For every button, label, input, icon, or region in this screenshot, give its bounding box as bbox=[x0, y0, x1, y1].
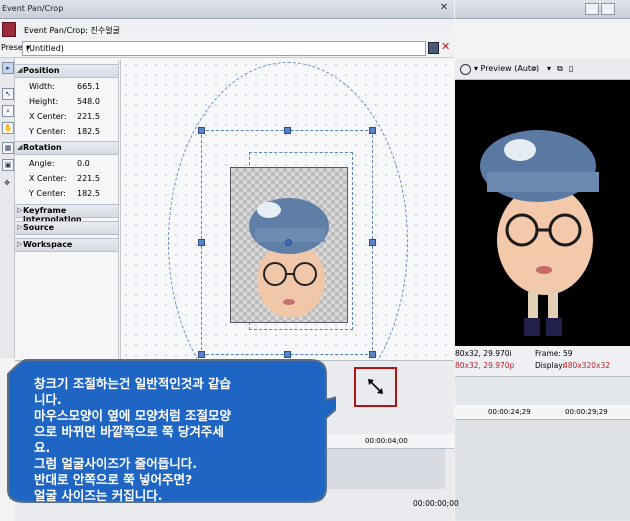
project-format: 80x32, 29.970i bbox=[455, 349, 512, 358]
hand-tool-icon[interactable]: ✋ bbox=[2, 122, 14, 134]
zoom-tool-icon[interactable]: ⌕ bbox=[2, 105, 14, 117]
callout-line: 반대로 안쪽으로 쭉 넣어주면? bbox=[34, 472, 193, 487]
prop-value[interactable]: 0.0 bbox=[77, 159, 90, 168]
preview-toolbar: ▾ Preview (Auto) ⌗ ▾ ⧉ ▯ bbox=[455, 59, 630, 80]
chevron-down-icon[interactable]: ▾ bbox=[547, 64, 551, 73]
current-time: 00:00:00;00 bbox=[413, 499, 459, 508]
timeline-ruler[interactable]: 00:00:24;29 00:00:29;29 bbox=[455, 405, 630, 420]
preview-info: 80x32, 29.970i 80x32, 29.970p Frame: 59 … bbox=[455, 346, 630, 376]
prop-value[interactable]: 665.1 bbox=[77, 82, 100, 91]
prop-value[interactable]: 221.5 bbox=[77, 112, 100, 121]
prop-row: X Center: 221.5 bbox=[29, 174, 100, 183]
prop-value[interactable]: 221.5 bbox=[77, 174, 100, 183]
display-value: 480x320x32 bbox=[563, 361, 611, 370]
preview-frame-image bbox=[480, 130, 599, 336]
ruler-tick: 00:00:29;29 bbox=[565, 408, 608, 416]
fx-title: Event Pan/Crop: 진수얼굴 bbox=[24, 26, 120, 35]
section-position[interactable]: ◢ Position bbox=[15, 64, 118, 78]
window-title: Event Pan/Crop bbox=[2, 4, 64, 13]
callout-line: 그럼 얼굴사이즈가 줄어듭니다. bbox=[34, 456, 197, 471]
normal-edit-tool-icon[interactable]: ▸ bbox=[2, 62, 14, 74]
expand-icon: ▷ bbox=[17, 223, 23, 231]
callout-line: 요. bbox=[34, 440, 51, 455]
window-titlebar: Event Pan/Crop ✕ bbox=[0, 0, 454, 19]
save-snapshot-icon[interactable]: ▯ bbox=[569, 64, 573, 73]
expand-icon: ▷ bbox=[17, 240, 23, 248]
resize-diagonal-icon bbox=[368, 379, 383, 394]
minimize-icon[interactable] bbox=[585, 3, 599, 15]
highlight-box bbox=[354, 367, 397, 407]
pan-crop-canvas[interactable] bbox=[120, 60, 454, 422]
prop-row: Y Center: 182.5 bbox=[29, 189, 100, 198]
display-label: Display: bbox=[535, 361, 565, 370]
resize-handle[interactable] bbox=[284, 127, 291, 134]
callout-line: 창크기 조절하는건 일반적인것과 같습 bbox=[34, 376, 232, 391]
main-timeline: 00:00:24;29 00:00:29;29 bbox=[455, 376, 630, 521]
preset-select[interactable]: (Untitled) ▾ bbox=[22, 41, 426, 56]
move-icon[interactable]: ✥ bbox=[2, 178, 12, 188]
fx-header: Event Pan/Crop: 진수얼굴 bbox=[0, 19, 454, 40]
properties-panel: ◢ Position Width: 665.1 Height: 548.0 X Cen… bbox=[15, 60, 119, 360]
preview-settings-icon[interactable] bbox=[460, 64, 471, 75]
section-workspace[interactable]: ▷ Workspace bbox=[15, 238, 118, 252]
prop-value[interactable]: 548.0 bbox=[77, 97, 100, 106]
center-handle[interactable] bbox=[285, 239, 292, 246]
chevron-down-icon: ▾ bbox=[26, 43, 31, 52]
resize-handle[interactable] bbox=[369, 127, 376, 134]
preset-row: Preset: (Untitled) ▾ ✕ bbox=[0, 39, 454, 58]
section-source[interactable]: ▷ Source bbox=[15, 221, 118, 235]
callout-bubble: 창크기 조절하는건 일반적인것과 같습 니다. 마우스모양이 옆에 모양처럼 조… bbox=[4, 352, 336, 508]
callout-line: 으로 바뀌면 바깥쪽으로 쭉 당겨주세 bbox=[34, 424, 224, 439]
collapse-icon: ◢ bbox=[17, 66, 23, 74]
preview-format: 80x32, 29.970p bbox=[455, 361, 515, 370]
maximize-icon[interactable] bbox=[601, 3, 615, 15]
copy-snapshot-icon[interactable]: ⧉ bbox=[557, 64, 563, 74]
section-keyframe-interpolation[interactable]: ▷ Keyframe interpolation bbox=[15, 204, 118, 224]
save-preset-icon[interactable] bbox=[428, 42, 439, 54]
lock-aspect-icon[interactable]: ▣ bbox=[2, 159, 14, 171]
callout-line: 니다. bbox=[34, 392, 62, 407]
resize-handle[interactable] bbox=[369, 239, 376, 246]
callout-line: 얼굴 사이즈는 커집니다. bbox=[34, 488, 163, 503]
prop-row: Width: 665.1 bbox=[29, 82, 100, 91]
preview-titlebar bbox=[455, 0, 630, 19]
frame-value: 59 bbox=[563, 349, 573, 358]
prop-value[interactable]: 182.5 bbox=[77, 189, 100, 198]
video-preview bbox=[455, 80, 630, 346]
frame-label: Frame: bbox=[535, 349, 561, 358]
delete-preset-icon[interactable]: ✕ bbox=[441, 40, 450, 53]
select-tool-icon[interactable]: ↖ bbox=[2, 88, 14, 100]
tool-strip: ▸ ↖ ⌕ ✋ ▦ ▣ ✥ bbox=[0, 58, 15, 358]
callout-text: 창크기 조절하는건 일반적인것과 같습 니다. 마우스모양이 옆에 모양처럼 조… bbox=[34, 376, 324, 504]
prop-value[interactable]: 182.5 bbox=[77, 127, 100, 136]
resize-handle[interactable] bbox=[198, 239, 205, 246]
timeline-track[interactable] bbox=[455, 420, 630, 520]
ruler-tick: 00:00:24;29 bbox=[488, 408, 531, 416]
resize-handle[interactable] bbox=[369, 351, 376, 358]
ruler-tick: 00:00:04;00 bbox=[365, 437, 408, 445]
prop-row: Height: 548.0 bbox=[29, 97, 100, 106]
close-icon[interactable]: ✕ bbox=[438, 2, 450, 14]
preview-quality-select[interactable]: ▾ Preview (Auto) bbox=[474, 64, 539, 73]
resize-handle[interactable] bbox=[198, 127, 205, 134]
prop-row: Angle: 0.0 bbox=[29, 159, 90, 168]
section-rotation[interactable]: ◢ Rotation bbox=[15, 141, 118, 155]
callout-line: 마우스모양이 옆에 모양처럼 조절모양 bbox=[34, 408, 232, 423]
prop-row: Y Center: 182.5 bbox=[29, 127, 100, 136]
grid-tool-icon[interactable]: ▦ bbox=[2, 142, 14, 154]
expand-icon: ▷ bbox=[17, 206, 23, 214]
crop-frame[interactable] bbox=[198, 127, 376, 358]
fx-plugin-icon bbox=[2, 22, 16, 37]
prop-row: X Center: 221.5 bbox=[29, 112, 100, 121]
collapse-icon: ◢ bbox=[17, 143, 23, 151]
grid-icon[interactable]: ⌗ bbox=[532, 64, 537, 74]
